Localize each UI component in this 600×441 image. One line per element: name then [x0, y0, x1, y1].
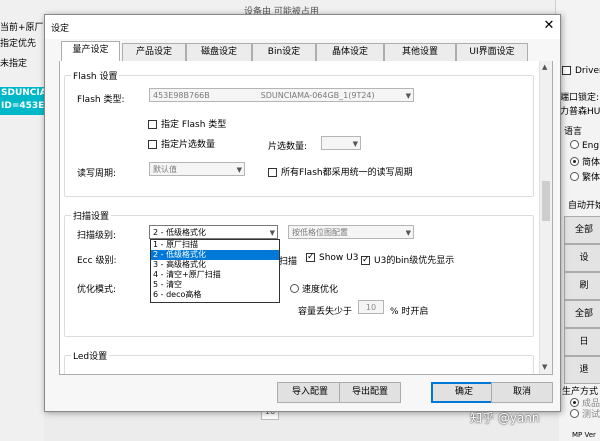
bg-button-log[interactable]: 日 — [564, 328, 600, 356]
prod-test-label: 测试 — [582, 410, 600, 420]
lang-english-label: English — [582, 141, 600, 151]
u3-bin-first-label: U3的bin级优先显示 — [374, 256, 455, 266]
lang-traditional-radio[interactable] — [570, 172, 579, 181]
chip-count-select[interactable]: ▼ — [321, 136, 361, 150]
scroll-up-icon[interactable]: ▲ — [542, 63, 547, 71]
dialog-titlebar: 设定 ✕ — [45, 15, 560, 39]
show-u3-label: Show U3 — [319, 253, 359, 263]
close-icon[interactable]: ✕ — [541, 17, 557, 35]
import-config-button[interactable]: 导入配置 — [277, 382, 343, 403]
ecc-level-label: Ecc 级别: — [77, 256, 117, 266]
tab-product-settings[interactable]: 产品设定 — [122, 43, 186, 62]
bg-button-all-2[interactable]: 全部 — [564, 300, 600, 328]
led-settings-legend: Led设置 — [73, 352, 108, 362]
dropdown-option[interactable]: 3 - 高级格式化 — [151, 260, 279, 270]
chevron-down-icon: ▼ — [405, 92, 411, 100]
watermark-text: 知乎 @yann — [470, 411, 540, 425]
settings-panel: Flash 设置 Flash 类型: 453E98B766B SDUNCIAMA… — [59, 61, 553, 375]
speed-optimize-radio[interactable] — [290, 284, 299, 293]
prod-finished-radio[interactable] — [570, 398, 579, 407]
bg-device-name: SDUNCIA — [1, 88, 47, 98]
bg-button-all-1[interactable]: 全部 — [564, 216, 600, 244]
capacity-loss-input[interactable]: 10 — [358, 300, 384, 314]
bg-device-id: ID=453E9 — [1, 101, 47, 111]
uniform-rw-label: 所有Flash都采用统一的读写周期 — [281, 168, 413, 178]
u3-bin-first-checkbox[interactable] — [361, 254, 370, 266]
chevron-down-icon: ▼ — [405, 229, 411, 237]
dialog-title: 设定 — [51, 24, 70, 34]
scan-level-label: 扫描级别: — [77, 231, 117, 241]
bitmap-config-select[interactable]: 按低格位图配置 ▼ — [288, 225, 414, 239]
port-lock-label: 端口锁定: — [560, 93, 600, 103]
panel-scrollbar[interactable]: ▲ ▼ — [539, 61, 552, 374]
driver-label: DriverM — [575, 66, 600, 76]
specify-flash-type-checkbox[interactable] — [148, 120, 157, 129]
tab-other-settings[interactable]: 其他设置 — [384, 43, 456, 62]
rw-cycle-value: 默认值 — [153, 165, 177, 174]
specify-chip-count-label: 指定片选数量 — [161, 140, 216, 150]
tab-production-settings[interactable]: 量产设定 — [61, 41, 120, 63]
bg-button-refresh[interactable]: 刷 — [564, 272, 600, 300]
lang-simplified-label: 简体中 — [582, 158, 600, 168]
lang-traditional-label: 繁体中 — [582, 173, 600, 183]
lang-english-radio[interactable] — [570, 140, 579, 149]
rw-cycle-label: 读写周期: — [77, 169, 117, 179]
dropdown-option[interactable]: 6 - deco高格 — [151, 290, 279, 300]
uniform-rw-checkbox[interactable] — [268, 168, 277, 177]
hub-label: 力普森HUB — [560, 107, 600, 117]
bg-button-settings[interactable]: 设 — [564, 244, 600, 272]
cancel-button[interactable]: 取消 — [491, 382, 553, 403]
bg-unspecified-text: 未指定 — [0, 59, 28, 69]
dropdown-option[interactable]: 4 - 清空+原厂扫描 — [151, 270, 279, 280]
chip-count-label: 片选数量: — [268, 142, 308, 152]
speed-optimize-label: 速度优化 — [302, 285, 339, 295]
scrollbar-thumb[interactable] — [542, 181, 550, 221]
tab-bin-settings[interactable]: Bin设定 — [252, 43, 316, 62]
driver-checkbox[interactable] — [562, 66, 571, 75]
lang-simplified-radio[interactable] — [570, 157, 579, 166]
background-window-right: DriverM 端口锁定: 力普森HUB 语言 English 简体中 繁体中 … — [555, 0, 600, 441]
scan-settings-legend: 扫描设置 — [73, 212, 110, 222]
dropdown-option-selected[interactable]: 2 - 低级格式化 — [151, 250, 279, 260]
show-u3-checkbox[interactable] — [306, 251, 315, 263]
tab-disk-settings[interactable]: 磁盘设定 — [186, 43, 252, 62]
specify-chip-count-checkbox[interactable] — [148, 140, 157, 149]
chevron-down-icon: ▼ — [236, 166, 242, 174]
ok-button[interactable]: 确定 — [431, 382, 497, 403]
scan-level-dropdown-list: 1 - 原厂扫描 2 - 低级格式化 3 - 高级格式化 4 - 清空+原厂扫描… — [150, 239, 280, 303]
chevron-down-icon: ▼ — [269, 229, 275, 237]
capacity-loss-label: 容量丢失少于 — [298, 307, 353, 317]
scroll-down-icon[interactable]: ▼ — [542, 363, 547, 371]
scan-level-value: 2 - 低级格式化 — [153, 228, 207, 237]
settings-dialog: 设定 ✕ 量产设定 产品设定 磁盘设定 Bin设定 晶体设定 其他设置 UI界面… — [44, 14, 561, 412]
optimize-mode-label: 优化模式: — [77, 285, 117, 295]
flash-type-select[interactable]: 453E98B766B SDUNCIAMA-064GB_1(9T24) ▼ — [149, 88, 414, 102]
specify-flash-type-label: 指定 Flash 类型 — [161, 120, 227, 130]
bg-priority-text: 指定优先 — [0, 39, 37, 49]
tab-strip: 量产设定 产品设定 磁盘设定 Bin设定 晶体设定 其他设置 UI界面设定 — [59, 41, 551, 63]
dropdown-option[interactable]: 5 - 清空 — [151, 280, 279, 290]
bg-button-exit[interactable]: 退 — [564, 356, 600, 384]
rw-cycle-select[interactable]: 默认值 ▼ — [149, 162, 245, 176]
capacity-loss-suffix: % 时开启 — [390, 307, 429, 317]
bg-device-slot[interactable]: SDUNCIA ID=453E9 — [0, 87, 47, 115]
scan-suffix-text: 扫描 — [279, 257, 298, 267]
mp-version-label: MP Ver — [572, 431, 596, 439]
bitmap-config-value: 按低格位图配置 — [292, 228, 348, 237]
export-config-button[interactable]: 导出配置 — [339, 382, 401, 403]
chevron-down-icon: ▼ — [352, 140, 358, 148]
flash-type-label: Flash 类型: — [77, 95, 125, 105]
language-label: 语言 — [564, 127, 583, 137]
tab-ui-settings[interactable]: UI界面设定 — [456, 43, 528, 62]
prod-test-radio[interactable] — [570, 409, 579, 418]
flash-type-value: 453E98B766B SDUNCIAMA-064GB_1(9T24) — [153, 91, 375, 100]
dropdown-option[interactable]: 1 - 原厂扫描 — [151, 240, 279, 250]
led-settings-group: Led设置 — [64, 349, 534, 374]
scan-level-select[interactable]: 2 - 低级格式化 ▼ — [149, 225, 278, 239]
auto-start-label: 自动开始 — [568, 201, 600, 211]
flash-settings-legend: Flash 设置 — [73, 72, 118, 82]
tab-crystal-settings[interactable]: 晶体设定 — [316, 43, 384, 62]
